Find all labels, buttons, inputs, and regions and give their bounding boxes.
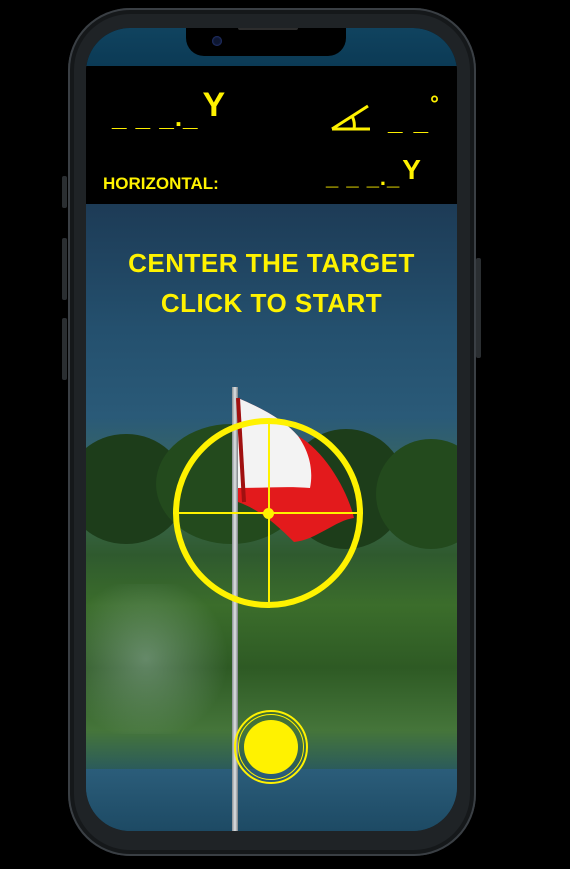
notch	[186, 28, 346, 56]
distance-value: _ _ _._	[112, 102, 199, 132]
measurement-panel: _ _ _._ Y _ _ ° HORIZONTAL: _ _ _._Y	[86, 66, 457, 204]
shutter-button[interactable]	[244, 720, 298, 774]
horizontal-label: HORIZONTAL:	[103, 174, 219, 193]
front-camera	[212, 36, 222, 46]
camera-viewfinder[interactable]: CENTER THE TARGET CLICK TO START	[86, 204, 457, 831]
angle-unit: °	[430, 91, 439, 116]
phone-screen: _ _ _._ Y _ _ ° HORIZONTAL: _ _ _._Y CENT…	[86, 28, 457, 831]
horizontal-value: _ _ _._	[326, 165, 401, 190]
horizontal-readout: _ _ _._Y	[326, 154, 422, 192]
angle-icon	[330, 102, 378, 137]
horizontal-unit: Y	[402, 154, 422, 185]
angle-value: _ _	[388, 106, 431, 136]
distance-unit: Y	[202, 86, 227, 124]
instruction-line-2: CLICK TO START	[160, 288, 383, 318]
volume-up-button	[62, 238, 67, 300]
water-splash	[86, 584, 236, 734]
instruction-line-1: CENTER THE TARGET	[128, 248, 415, 278]
reticle-center-dot	[263, 508, 274, 519]
distance-readout: _ _ _._ Y	[112, 86, 226, 135]
angle-readout: _ _ °	[330, 91, 439, 137]
speaker-grille	[238, 28, 298, 30]
mute-switch	[62, 176, 67, 208]
power-button	[476, 258, 481, 358]
volume-down-button	[62, 318, 67, 380]
